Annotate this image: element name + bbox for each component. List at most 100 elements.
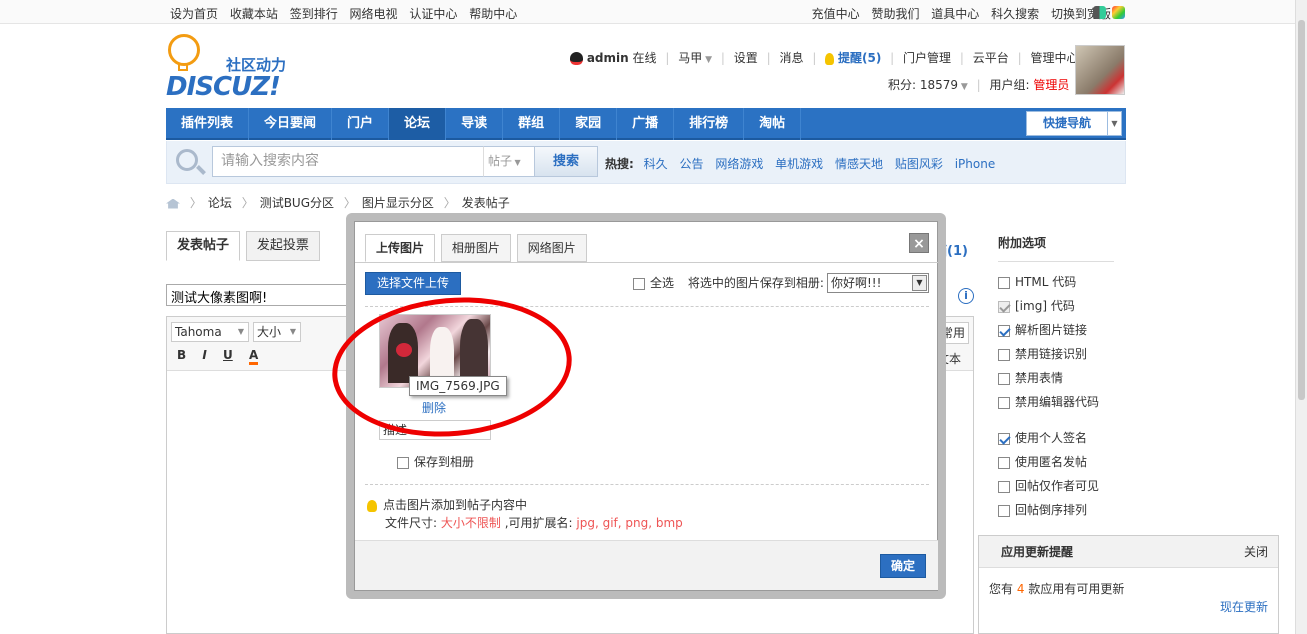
top-links-right: 充值中心 赞助我们 道具中心 科久搜索 切换到宽版: [804, 5, 1111, 22]
chevron-down-icon[interactable]: ▼: [958, 82, 968, 92]
underline-button[interactable]: U: [223, 348, 233, 362]
option-reverse-order[interactable]: 回帖倒序排列: [998, 498, 1114, 522]
size-select[interactable]: 大小 ▼: [253, 322, 301, 342]
option-disable-link-detect[interactable]: 禁用链接识别: [998, 342, 1114, 366]
cloud-link[interactable]: 云平台: [973, 51, 1009, 65]
tab-web-image[interactable]: 网络图片: [516, 234, 587, 262]
search-button[interactable]: 搜索: [534, 146, 598, 177]
font-select[interactable]: Tahoma ▼: [171, 322, 249, 342]
qq-icon: [570, 52, 583, 65]
nav-item-ranking[interactable]: 排行榜: [674, 108, 745, 140]
horse-menu[interactable]: 马甲: [678, 51, 702, 65]
portal-mgmt-link[interactable]: 门户管理: [903, 51, 951, 65]
points-link[interactable]: 积分: 18579: [888, 78, 958, 92]
username-link[interactable]: admin: [587, 51, 629, 65]
option-anonymous[interactable]: 使用匿名发帖: [998, 450, 1114, 474]
breadcrumb-section[interactable]: 测试BUG分区: [260, 196, 334, 210]
nav-item-plugins[interactable]: 插件列表: [166, 108, 250, 140]
hot-search-item[interactable]: 公告: [679, 157, 703, 171]
checkbox[interactable]: [998, 432, 1010, 445]
bulb-icon: [168, 34, 200, 66]
user-group-value[interactable]: 管理员: [1033, 78, 1069, 92]
nav-item-forum[interactable]: 论坛: [389, 108, 447, 140]
color-icon[interactable]: [1111, 6, 1125, 19]
bookmark-link[interactable]: 收藏本站: [230, 7, 278, 21]
hot-search-item[interactable]: 情感天地: [835, 157, 883, 171]
post-title-input[interactable]: 测试大像素图啊!: [166, 284, 356, 306]
page-scrollbar[interactable]: [1295, 0, 1307, 634]
option-disable-smilies[interactable]: 禁用表情: [998, 366, 1114, 390]
close-icon[interactable]: ×: [909, 233, 929, 253]
site-logo[interactable]: 社区动力 DISCUZ!: [166, 32, 306, 102]
option-use-signature[interactable]: 使用个人签名: [998, 426, 1114, 450]
select-file-upload-button[interactable]: 选择文件上传: [365, 272, 461, 295]
nav-item-portal[interactable]: 门户: [332, 108, 390, 140]
hot-search-item[interactable]: iPhone: [955, 157, 996, 171]
info-icon[interactable]: i: [958, 288, 974, 304]
font-color-button[interactable]: A: [248, 348, 259, 365]
nav-item-broadcast[interactable]: 广播: [617, 108, 675, 140]
option-html[interactable]: HTML 代码: [998, 270, 1114, 294]
hot-search-item[interactable]: 贴图风彩: [895, 157, 943, 171]
checkbox[interactable]: [998, 504, 1010, 517]
avatar[interactable]: [1075, 45, 1125, 95]
checkbox[interactable]: [998, 372, 1010, 385]
save-to-album-option[interactable]: 保存到相册: [397, 453, 474, 470]
props-center-link[interactable]: 道具中心: [931, 7, 979, 21]
hot-search-item[interactable]: 网络游戏: [715, 157, 763, 171]
set-homepage-link[interactable]: 设为首页: [170, 7, 218, 21]
option-author-only[interactable]: 回帖仅作者可见: [998, 474, 1114, 498]
home-icon[interactable]: [166, 198, 180, 209]
checkbox[interactable]: [998, 300, 1010, 313]
notice-close-button[interactable]: 关闭: [1244, 536, 1268, 568]
checkbox[interactable]: [998, 348, 1010, 361]
messages-link[interactable]: 消息: [779, 51, 803, 65]
select-all: 全选 将选中的图片保存到相册:: [633, 274, 824, 291]
search-input[interactable]: 请输入搜索内容: [212, 146, 484, 177]
nav-item-news[interactable]: 今日要闻: [249, 108, 333, 140]
sponsor-link[interactable]: 赞助我们: [871, 7, 919, 21]
hot-search-item[interactable]: 科久: [644, 157, 668, 171]
hot-search-item[interactable]: 单机游戏: [775, 157, 823, 171]
checkbox[interactable]: [998, 276, 1010, 289]
option-img-code[interactable]: [img] 代码: [998, 294, 1114, 318]
update-now-link[interactable]: 现在更新: [1220, 598, 1268, 615]
alerts-link[interactable]: 提醒(5): [838, 51, 881, 65]
settings-link[interactable]: 设置: [734, 51, 758, 65]
chevron-down-icon: ▼: [289, 327, 296, 336]
auth-center-link[interactable]: 认证中心: [409, 7, 457, 21]
tab-album-image[interactable]: 相册图片: [440, 234, 511, 262]
nav-item-taotie[interactable]: 淘帖: [744, 108, 802, 140]
chevron-down-icon[interactable]: ▼: [702, 55, 712, 65]
nav-item-guide[interactable]: 导读: [446, 108, 504, 140]
confirm-button[interactable]: 确定: [880, 554, 926, 578]
kejiu-search-link[interactable]: 科久搜索: [991, 7, 1039, 21]
help-center-link[interactable]: 帮助中心: [469, 7, 517, 21]
hot-search-label: 热搜:: [605, 157, 634, 171]
select-all-checkbox[interactable]: [633, 277, 645, 290]
bold-button[interactable]: B: [177, 348, 186, 362]
nav-item-home[interactable]: 家园: [560, 108, 618, 140]
recharge-link[interactable]: 充值中心: [812, 7, 860, 21]
option-disable-editor-code[interactable]: 禁用编辑器代码: [998, 390, 1114, 414]
italic-button[interactable]: I: [202, 348, 206, 362]
checkin-rank-link[interactable]: 签到排行: [290, 7, 338, 21]
search-type-select[interactable]: 帖子 ▼: [483, 146, 535, 177]
checkbox[interactable]: [998, 480, 1010, 493]
save-to-album-checkbox[interactable]: [397, 456, 409, 469]
checkbox[interactable]: [998, 324, 1010, 337]
admin-center-link[interactable]: 管理中心: [1030, 51, 1078, 65]
breadcrumb-forum[interactable]: 论坛: [208, 196, 232, 210]
breadcrumb-subforum[interactable]: 图片显示分区: [362, 196, 434, 210]
tab-new-post[interactable]: 发表帖子: [166, 231, 241, 261]
web-tv-link[interactable]: 网络电视: [350, 7, 398, 21]
checkbox[interactable]: [998, 456, 1010, 469]
checkbox[interactable]: [998, 396, 1010, 409]
style-icon[interactable]: [1093, 6, 1106, 19]
option-parse-img-links[interactable]: 解析图片链接: [998, 318, 1114, 342]
nav-item-groups[interactable]: 群组: [503, 108, 561, 140]
tab-upload-image[interactable]: 上传图片: [365, 234, 436, 262]
album-select[interactable]: 你好啊!!! ▼: [827, 273, 929, 293]
quick-nav-button[interactable]: 快捷导航 ▼: [1026, 111, 1122, 136]
tab-new-poll[interactable]: 发起投票: [245, 231, 320, 261]
